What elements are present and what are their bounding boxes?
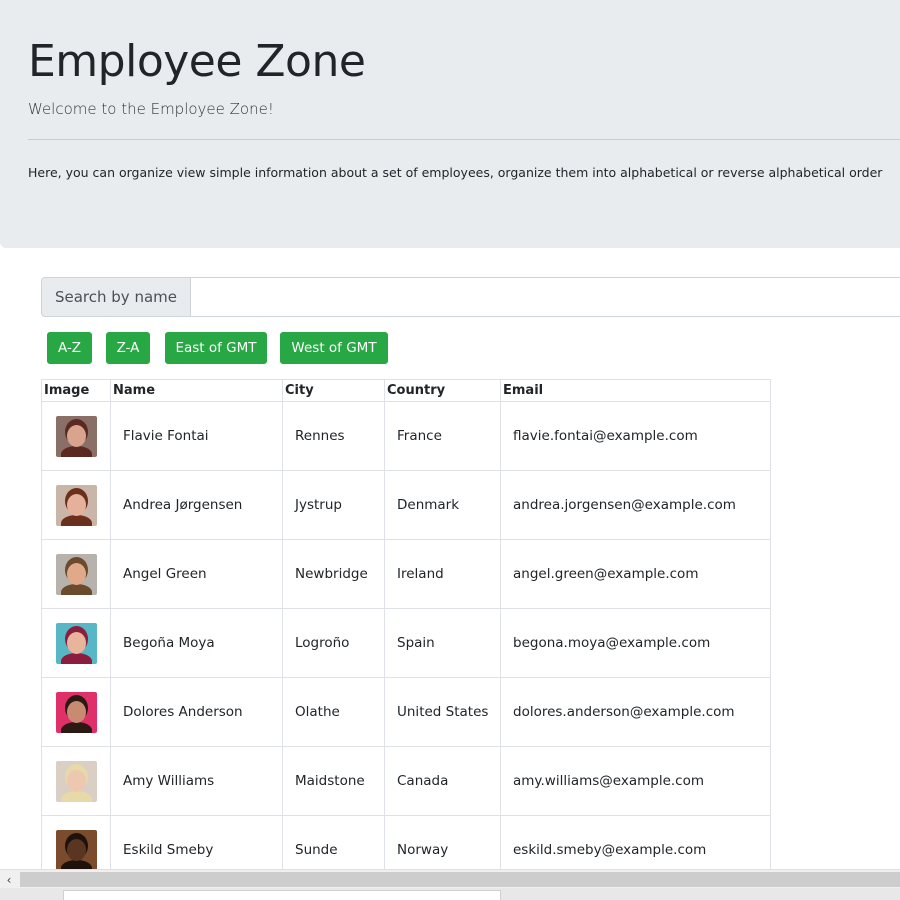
table-row: Andrea Jørgensen Jystrup Denmark andrea.jor…	[41, 470, 771, 540]
sort-za-button[interactable]: Z-A	[106, 332, 150, 364]
cell-city: Maidstone	[282, 746, 385, 816]
search-group: Search by name	[41, 277, 900, 317]
cell-image	[41, 677, 111, 747]
cell-country: United States	[384, 677, 501, 747]
filter-west-button[interactable]: West of GMT	[280, 332, 388, 364]
avatar	[56, 484, 97, 526]
scroll-left-icon[interactable]: ‹	[0, 870, 18, 889]
cell-image	[41, 608, 111, 678]
employee-table: Image Name City Country Email Flavie Fon…	[41, 379, 771, 885]
avatar	[56, 691, 97, 733]
header-divider	[28, 139, 900, 140]
horizontal-scrollbar[interactable]: ‹	[0, 869, 900, 889]
cell-email: angel.green@example.com	[500, 539, 771, 609]
cell-email: dolores.anderson@example.com	[500, 677, 771, 747]
cell-country: Ireland	[384, 539, 501, 609]
bottom-strip	[0, 888, 900, 900]
avatar	[56, 760, 97, 802]
search-input[interactable]	[191, 277, 900, 317]
cell-country: Spain	[384, 608, 501, 678]
cell-city: Newbridge	[282, 539, 385, 609]
cell-city: Rennes	[282, 401, 385, 471]
header-image[interactable]: Image	[41, 379, 111, 402]
search-label: Search by name	[41, 277, 191, 317]
cell-email: begona.moya@example.com	[500, 608, 771, 678]
page-description: Here, you can organize view simple infor…	[28, 165, 883, 180]
bottom-box	[63, 890, 501, 900]
cell-country: Canada	[384, 746, 501, 816]
cell-name: Amy Williams	[110, 746, 283, 816]
cell-name: Flavie Fontai	[110, 401, 283, 471]
cell-image	[41, 401, 111, 471]
cell-name: Begoña Moya	[110, 608, 283, 678]
employee-table-wrap: Image Name City Country Email Flavie Fon…	[41, 379, 771, 885]
table-row: Amy Williams Maidstone Canada amy.williams@…	[41, 746, 771, 816]
page-title: Employee Zone	[28, 36, 366, 87]
filter-east-button[interactable]: East of GMT	[165, 332, 267, 364]
header-name[interactable]: Name	[110, 379, 283, 402]
avatar	[56, 829, 97, 871]
table-row: Begoña Moya Logroño Spain begona.moya@examp…	[41, 608, 771, 678]
cell-email: flavie.fontai@example.com	[500, 401, 771, 471]
table-row: Flavie Fontai Rennes France flavie.fontai@e…	[41, 401, 771, 471]
header-city[interactable]: City	[282, 379, 385, 402]
cell-city: Logroño	[282, 608, 385, 678]
table-header-row: Image Name City Country Email	[41, 379, 771, 402]
page-subtitle: Welcome to the Employee Zone!	[28, 100, 274, 118]
header-country[interactable]: Country	[384, 379, 501, 402]
cell-image	[41, 539, 111, 609]
table-row: Angel Green Newbridge Ireland angel.green@e…	[41, 539, 771, 609]
cell-city: Jystrup	[282, 470, 385, 540]
avatar	[56, 553, 97, 595]
avatar	[56, 622, 97, 664]
table-body: Flavie Fontai Rennes France flavie.fontai@e…	[41, 401, 771, 885]
cell-name: Angel Green	[110, 539, 283, 609]
cell-name: Dolores Anderson	[110, 677, 283, 747]
table-row: Dolores Anderson Olathe United States dolor…	[41, 677, 771, 747]
cell-name: Andrea Jørgensen	[110, 470, 283, 540]
scrollbar-thumb[interactable]	[20, 872, 900, 887]
cell-country: Denmark	[384, 470, 501, 540]
header-email[interactable]: Email	[500, 379, 771, 402]
cell-email: andrea.jorgensen@example.com	[500, 470, 771, 540]
page: Employee Zone Welcome to the Employee Zo…	[0, 0, 900, 900]
cell-country: France	[384, 401, 501, 471]
cell-image	[41, 746, 111, 816]
avatar	[56, 415, 97, 457]
cell-email: amy.williams@example.com	[500, 746, 771, 816]
header-jumbotron: Employee Zone Welcome to the Employee Zo…	[0, 0, 900, 248]
sort-az-button[interactable]: A-Z	[47, 332, 92, 364]
cell-city: Olathe	[282, 677, 385, 747]
cell-image	[41, 470, 111, 540]
